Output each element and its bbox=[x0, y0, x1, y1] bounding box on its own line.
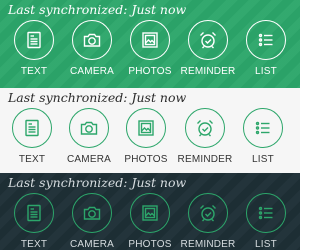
reminder-button-circle[interactable] bbox=[185, 108, 225, 148]
camera-icon bbox=[82, 30, 102, 50]
list-button-label: LIST bbox=[252, 154, 274, 165]
text-button[interactable]: TEXT bbox=[12, 20, 56, 77]
list-button-circle[interactable] bbox=[246, 20, 286, 60]
camera-button-label: CAMERA bbox=[70, 239, 114, 250]
checklist-icon bbox=[256, 203, 276, 223]
checklist-icon bbox=[253, 118, 273, 138]
text-button-label: TEXT bbox=[18, 154, 46, 165]
list-button[interactable]: LIST bbox=[244, 20, 288, 77]
quick-add-bar-dark: Last synchronized: Just now TEXT CAMERA … bbox=[0, 173, 300, 250]
reminder-button-label: REMINDER bbox=[180, 66, 236, 77]
photos-button-circle[interactable] bbox=[130, 193, 170, 233]
text-button-circle[interactable] bbox=[12, 108, 52, 148]
photos-button[interactable]: PHOTOS bbox=[128, 193, 172, 250]
text-note-icon bbox=[24, 30, 44, 50]
text-button-label: TEXT bbox=[20, 66, 48, 77]
list-button[interactable]: LIST bbox=[241, 108, 285, 165]
text-button-label: TEXT bbox=[20, 239, 48, 250]
camera-icon bbox=[79, 118, 99, 138]
photos-button-circle[interactable] bbox=[126, 108, 166, 148]
photo-icon bbox=[136, 118, 156, 138]
text-button-circle[interactable] bbox=[14, 20, 54, 60]
reminder-button-label: REMINDER bbox=[180, 239, 236, 250]
text-button-circle[interactable] bbox=[14, 193, 54, 233]
camera-button-label: CAMERA bbox=[67, 154, 111, 165]
camera-button[interactable]: CAMERA bbox=[70, 193, 114, 250]
photos-button[interactable]: PHOTOS bbox=[128, 20, 172, 77]
reminder-button-circle[interactable] bbox=[188, 193, 228, 233]
camera-button[interactable]: CAMERA bbox=[70, 20, 114, 77]
alarm-clock-icon bbox=[198, 30, 218, 50]
sync-status: Last synchronized: Just now bbox=[8, 2, 187, 17]
photo-icon bbox=[140, 30, 160, 50]
camera-button[interactable]: CAMERA bbox=[67, 108, 111, 165]
alarm-clock-icon bbox=[195, 118, 215, 138]
text-button[interactable]: TEXT bbox=[12, 193, 56, 250]
camera-icon bbox=[82, 203, 102, 223]
camera-button-label: CAMERA bbox=[70, 66, 114, 77]
reminder-button-circle[interactable] bbox=[188, 20, 228, 60]
quick-add-bar-light: Last synchronized: Just now TEXT CAMERA … bbox=[0, 88, 300, 173]
list-button[interactable]: LIST bbox=[244, 193, 288, 250]
list-button-circle[interactable] bbox=[243, 108, 283, 148]
text-button[interactable]: TEXT bbox=[10, 108, 54, 165]
text-note-icon bbox=[22, 118, 42, 138]
reminder-button[interactable]: REMINDER bbox=[181, 20, 235, 77]
list-button-circle[interactable] bbox=[246, 193, 286, 233]
reminder-button-label: REMINDER bbox=[177, 154, 233, 165]
camera-button-circle[interactable] bbox=[72, 20, 112, 60]
checklist-icon bbox=[256, 30, 276, 50]
list-button-label: LIST bbox=[255, 66, 277, 77]
photo-icon bbox=[140, 203, 160, 223]
quick-add-bar-green: Last synchronized: Just now TEXT CAMERA … bbox=[0, 0, 300, 88]
reminder-button[interactable]: REMINDER bbox=[181, 193, 235, 250]
photos-button[interactable]: PHOTOS bbox=[124, 108, 168, 165]
alarm-clock-icon bbox=[198, 203, 218, 223]
sync-status: Last synchronized: Just now bbox=[8, 175, 187, 190]
list-button-label: LIST bbox=[255, 239, 277, 250]
photos-button-label: PHOTOS bbox=[128, 239, 172, 250]
sync-status: Last synchronized: Just now bbox=[8, 90, 187, 105]
camera-button-circle[interactable] bbox=[69, 108, 109, 148]
photos-button-label: PHOTOS bbox=[124, 154, 168, 165]
reminder-button[interactable]: REMINDER bbox=[178, 108, 232, 165]
photos-button-label: PHOTOS bbox=[128, 66, 172, 77]
text-note-icon bbox=[24, 203, 44, 223]
photos-button-circle[interactable] bbox=[130, 20, 170, 60]
camera-button-circle[interactable] bbox=[72, 193, 112, 233]
